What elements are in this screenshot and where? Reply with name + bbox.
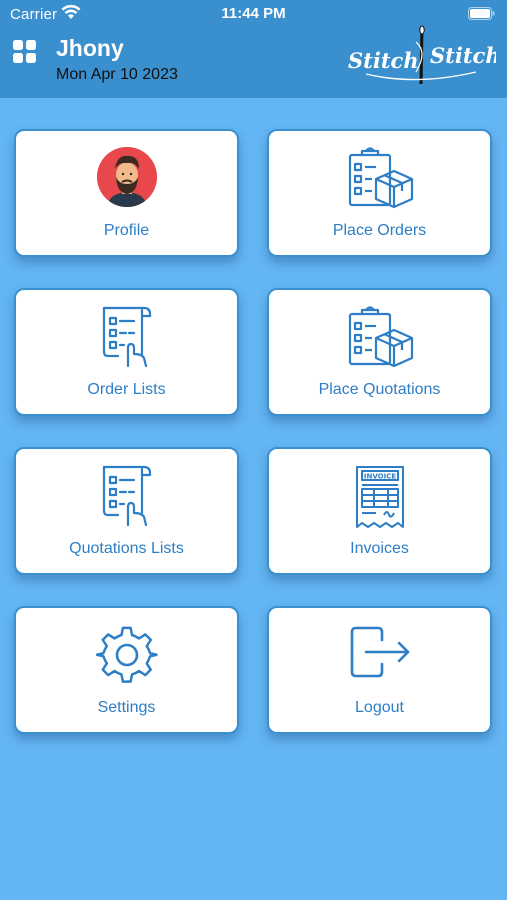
order-lists-label: Order Lists	[87, 381, 166, 398]
clipboard-box-icon	[269, 306, 490, 368]
checklist-hand-icon	[16, 465, 237, 527]
status-time: 11:44 PM	[221, 5, 286, 22]
profile-card[interactable]: Profile	[14, 129, 239, 257]
logout-card[interactable]: Logout	[267, 606, 492, 734]
svg-text:INVOICE: INVOICE	[363, 473, 395, 481]
avatar-icon	[96, 147, 157, 207]
user-name: Jhony	[56, 35, 124, 61]
place-quotations-card[interactable]: Place Quotations	[267, 288, 492, 416]
profile-label: Profile	[103, 222, 150, 239]
invoice-icon: INVOICE	[269, 465, 490, 529]
grid-menu-icon[interactable]	[12, 39, 38, 70]
place-orders-card[interactable]: Place Orders	[267, 129, 492, 257]
order-lists-card[interactable]: Order Lists	[14, 288, 239, 416]
svg-text:Stitch: Stitch	[430, 43, 496, 68]
svg-text:Stitch: Stitch	[348, 48, 419, 73]
invoices-label: Invoices	[350, 540, 409, 557]
place-orders-label: Place Orders	[332, 222, 427, 239]
gear-icon	[16, 624, 237, 686]
app-header: Carrier 11:44 PM Jhony Mon Apr 10 2023 S…	[0, 0, 507, 98]
quotations-lists-card[interactable]: Quotations Lists	[14, 447, 239, 575]
settings-card[interactable]: Settings	[14, 606, 239, 734]
invoices-card[interactable]: INVOICE Invoices	[267, 447, 492, 575]
stitch-stitch-logo: Stitch Stitch	[346, 22, 501, 93]
place-quotations-label: Place Quotations	[318, 381, 441, 398]
settings-label: Settings	[97, 699, 156, 716]
current-date: Mon Apr 10 2023	[56, 66, 178, 83]
quotations-lists-label: Quotations Lists	[69, 540, 184, 557]
logout-label: Logout	[355, 699, 404, 716]
logout-icon	[269, 624, 490, 680]
clipboard-box-icon	[269, 147, 490, 209]
checklist-hand-icon	[16, 306, 237, 368]
